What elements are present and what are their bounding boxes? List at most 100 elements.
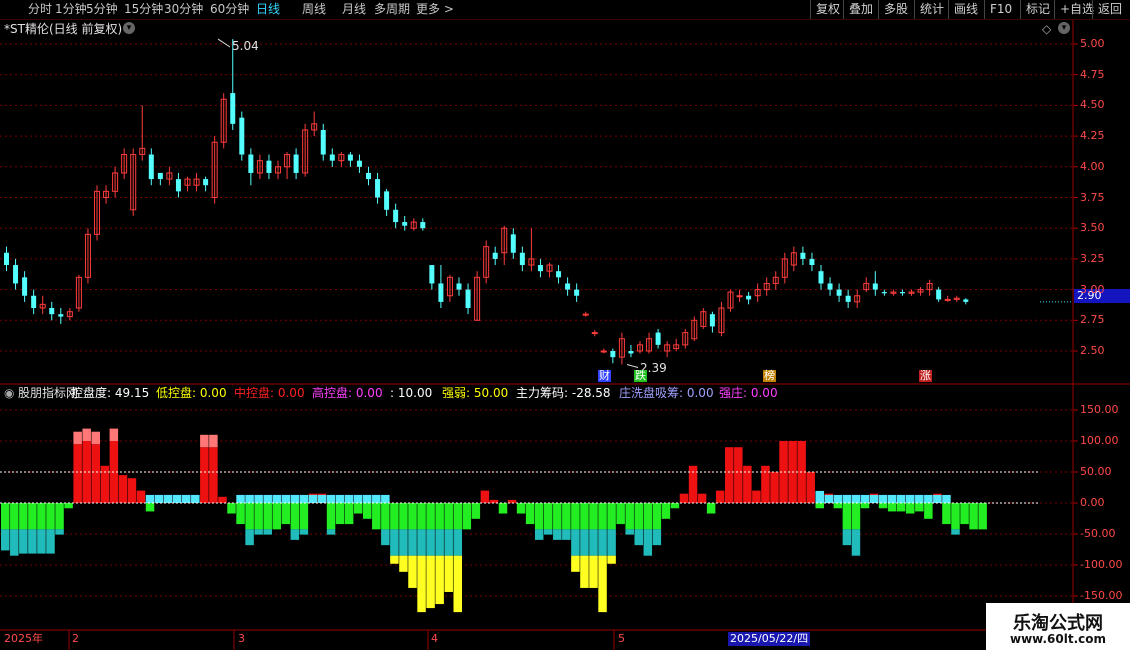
toolbar-button-5[interactable]: F10 [984,0,1017,19]
indicator-bar-green [263,503,272,530]
indicator-bar-up [73,444,82,503]
tab-8[interactable]: 月线 [342,1,366,18]
candle-body [591,332,598,335]
indicator-bar-yellow [598,555,607,613]
event-marker[interactable]: 榜 [763,370,776,382]
indicator-bar-yellow [444,555,453,592]
low-marker [626,364,639,368]
toolbar-button-6[interactable]: 标记 [1020,0,1055,19]
tab-2[interactable]: 5分钟 [86,1,118,18]
indicator-bar-cyan-top [896,494,906,503]
indicator-bar-cyan [534,529,544,540]
candle-body [800,252,806,259]
tab-6[interactable]: 日线 [256,1,280,18]
indicator-bar-cyan-top [182,494,191,503]
indicator-bar-cyan [390,529,399,556]
indicator-bar-green [408,503,417,530]
candle-body [31,295,37,309]
toolbar-button-4[interactable]: 画线 [948,0,983,19]
indicator-bar-green [435,503,444,530]
indicator-bar-up [480,490,490,503]
candle-body [420,222,426,229]
diamond-icon[interactable]: ◇ [1042,22,1051,36]
chevron-down-icon[interactable]: ▾ [123,22,135,34]
indicator-bar-yellow [390,555,399,564]
indicator-bar-green [254,503,263,530]
high-price-label: 5.04 [232,39,259,53]
indicator-bar-green [616,503,625,525]
indicator-bar-cyan-top [851,494,861,503]
indicator-bar-green [580,503,589,530]
indicator-bar-cyan-top [833,494,843,503]
indicator-bar-green [426,503,435,530]
indicator-bar-green [815,503,824,509]
indicator-bar-green [969,503,978,530]
chart-canvas [0,20,1130,650]
indicator-bar-green [28,503,37,530]
indicator-name: 股朋指标网 [18,386,79,400]
tab-3[interactable]: 15分钟 [124,1,163,18]
indicator-bar-yellow [607,555,616,564]
chevron-down-icon[interactable]: ▾ [1058,22,1070,34]
candle-body [230,93,236,124]
indicator-bar-cyan-top [145,494,155,503]
toolbar-button-3[interactable]: 统计 [914,0,949,19]
candle-body [709,314,715,327]
event-marker[interactable]: 跌 [634,370,647,382]
indicator-bar-green [887,503,897,512]
indicator-bar-cyan [426,529,435,556]
tab-9[interactable]: 多周期 [374,1,410,18]
candle-body [22,277,28,296]
toolbar-button-0[interactable]: 复权 [810,0,845,19]
indicator-toggle-icon[interactable]: ◉ [4,386,14,401]
indicator-bar-green [598,503,607,530]
tab-7[interactable]: 周线 [302,1,326,18]
candle-body [429,265,435,284]
indicator-bar-green [227,503,236,514]
indicator-item-8: 强庄: 0.00 [719,386,778,400]
toolbar-button-2[interactable]: 多股 [878,0,913,19]
candle-body [266,160,272,173]
indicator-bar-yellow [417,555,426,613]
tab-5[interactable]: 60分钟 [210,1,249,18]
indicator-bar-cyan [634,529,643,546]
indicator-bar-up [743,465,752,503]
top-toolbar: 分时 1分钟 5分钟 15分钟 30分钟 60分钟 日线 周线 月线 多周期 更多 > 复权 叠加 多股统… [0,0,1130,20]
tab-4[interactable]: 30分钟 [164,1,203,18]
stock-title[interactable]: *ST精伦(日线 前复权) [4,22,122,36]
tab-0[interactable]: 分时 [28,1,52,18]
indicator-bar-cyan [19,529,28,554]
toolbar-button-1[interactable]: 叠加 [843,0,878,19]
indicator-bar-green [290,503,300,530]
price-axis-label: 3.00 [1080,282,1105,296]
event-marker[interactable]: 涨 [919,370,932,382]
candle-body [148,154,154,180]
indicator-bar-green [896,503,906,512]
indicator-bar-cyan [245,529,254,546]
indicator-bar-yellow [571,555,580,572]
indicator-bar-cyan [299,529,309,535]
indicator-bar-green [344,503,354,525]
indicator-bar-green [326,503,336,530]
tab-10[interactable]: 更多 > [416,1,454,18]
indicator-bar-green [942,503,951,525]
candle-body [13,265,19,284]
indicator-bar-green [706,503,716,514]
candle-body [58,314,64,317]
indicator-item-6: 主力筹码: -28.58 [516,386,611,400]
indicator-bar-cyan [571,529,580,556]
candle-body [347,154,353,161]
indicator-bar-green [281,503,291,525]
toolbar-button-8[interactable]: 返回 [1092,0,1127,19]
tab-1[interactable]: 1分钟 [55,1,87,18]
event-marker[interactable]: 财 [598,370,611,382]
indicator-bar-green [670,503,680,509]
candle-body [492,252,498,259]
indicator-bar-cyan [1,529,10,551]
indicator-bar-green [272,503,281,530]
indicator-bar-cyan [553,529,562,540]
indicator-bar-cyan-top [824,494,834,503]
indicator-bar-cyan-top [236,494,245,503]
price-axis-label: 3.75 [1080,190,1105,204]
candle-body [239,117,245,155]
